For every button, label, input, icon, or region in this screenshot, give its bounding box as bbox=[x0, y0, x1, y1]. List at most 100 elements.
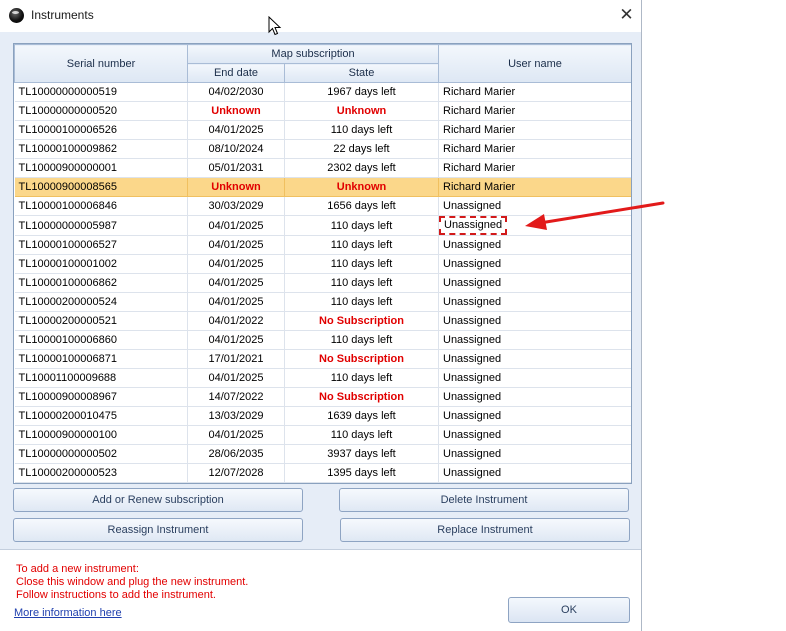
state-cell: 110 days left bbox=[284, 215, 439, 236]
table-row[interactable]: TL10000900008565 Unknown Unknown Richard Ma… bbox=[14, 177, 631, 197]
close-button[interactable]: ✕ bbox=[612, 0, 641, 30]
highlighted-user-name: Unassigned bbox=[439, 216, 508, 235]
user-name-cell: Unassigned bbox=[438, 292, 631, 312]
table-row[interactable]: TL10000200000521 04/01/2022 No Subscriptio… bbox=[14, 311, 631, 331]
column-header-serial[interactable]: Serial number bbox=[14, 44, 188, 83]
user-name-cell: Unassigned bbox=[438, 406, 631, 426]
end-date-cell: 28/06/2035 bbox=[187, 444, 285, 464]
table-row[interactable]: TL10000000000502 28/06/2035 3937 days left… bbox=[14, 444, 631, 464]
state-cell: 110 days left bbox=[284, 235, 439, 255]
table-row[interactable]: TL10000100006527 04/01/2025 110 days left U… bbox=[14, 235, 631, 255]
instruments-table: Serial number Map subscription User name… bbox=[14, 44, 631, 483]
state-cell: 110 days left bbox=[284, 292, 439, 312]
column-header-user[interactable]: User name bbox=[438, 44, 631, 83]
user-name-cell: Richard Marier bbox=[438, 82, 631, 102]
end-date-cell: 04/01/2025 bbox=[187, 120, 285, 140]
user-name-cell: Richard Marier bbox=[438, 101, 631, 121]
end-date-cell: Unknown bbox=[187, 101, 285, 121]
end-date-cell: 04/01/2025 bbox=[187, 425, 285, 445]
state-cell: No Subscription bbox=[284, 349, 439, 369]
state-cell: 2302 days left bbox=[284, 158, 439, 178]
reassign-instrument-button[interactable]: Reassign Instrument bbox=[13, 518, 303, 542]
end-date-cell: 04/01/2025 bbox=[187, 254, 285, 274]
table-row[interactable]: TL10000100006526 04/01/2025 110 days left R… bbox=[14, 120, 631, 140]
user-name-cell: Richard Marier bbox=[438, 139, 631, 159]
state-cell: 22 days left bbox=[284, 139, 439, 159]
state-cell: 1395 days left bbox=[284, 463, 439, 483]
serial-number-cell: TL10000200000521 bbox=[14, 311, 188, 331]
user-name-cell: Richard Marier bbox=[438, 158, 631, 178]
table-row[interactable]: TL10000100001002 04/01/2025 110 days left U… bbox=[14, 254, 631, 274]
column-header-end-date[interactable]: End date bbox=[187, 63, 285, 83]
end-date-cell: 04/01/2025 bbox=[187, 235, 285, 255]
state-cell: 110 days left bbox=[284, 120, 439, 140]
end-date-cell: 08/10/2024 bbox=[187, 139, 285, 159]
state-cell: Unknown bbox=[284, 101, 439, 121]
end-date-cell: 04/02/2030 bbox=[187, 82, 285, 102]
user-name-cell: Unassigned bbox=[438, 311, 631, 331]
end-date-cell: 04/01/2022 bbox=[187, 311, 285, 331]
end-date-cell: 13/03/2029 bbox=[187, 406, 285, 426]
state-cell: 1639 days left bbox=[284, 406, 439, 426]
table-row[interactable]: TL10000100006860 04/01/2025 110 days left U… bbox=[14, 330, 631, 350]
state-cell: No Subscription bbox=[284, 387, 439, 407]
table-row[interactable]: TL10000900000001 05/01/2031 2302 days left… bbox=[14, 158, 631, 178]
table-row[interactable]: TL10000000000520 Unknown Unknown Richard Ma… bbox=[14, 101, 631, 121]
end-date-cell: 14/07/2022 bbox=[187, 387, 285, 407]
state-cell: 1656 days left bbox=[284, 196, 439, 216]
table-row[interactable]: TL10000100006871 17/01/2021 No Subscriptio… bbox=[14, 349, 631, 369]
serial-number-cell: TL10000200010475 bbox=[14, 406, 188, 426]
serial-number-cell: TL10000100006860 bbox=[14, 330, 188, 350]
red-arrow-annotation bbox=[525, 201, 665, 230]
state-cell: 110 days left bbox=[284, 273, 439, 293]
end-date-cell: 05/01/2031 bbox=[187, 158, 285, 178]
info-panel: To add a new instrument: Close this wind… bbox=[0, 549, 641, 631]
table-row[interactable]: TL10000900008967 14/07/2022 No Subscriptio… bbox=[14, 387, 631, 407]
instruments-table-body: TL10000000000519 04/02/2030 1967 days left… bbox=[14, 82, 631, 483]
user-name-cell: Richard Marier bbox=[438, 177, 631, 197]
mouse-pointer-icon bbox=[268, 16, 282, 36]
table-row[interactable]: TL10000100009862 08/10/2024 22 days left Ri… bbox=[14, 139, 631, 159]
state-cell: 3937 days left bbox=[284, 444, 439, 464]
column-header-state[interactable]: State bbox=[284, 63, 439, 83]
add-renew-subscription-button[interactable]: Add or Renew subscription bbox=[13, 488, 303, 512]
ok-button[interactable]: OK bbox=[508, 597, 630, 623]
serial-number-cell: TL10000900008967 bbox=[14, 387, 188, 407]
state-cell: 110 days left bbox=[284, 330, 439, 350]
delete-instrument-button[interactable]: Delete Instrument bbox=[339, 488, 629, 512]
instruments-dialog: Instruments ✕ Serial number Map subscrip… bbox=[0, 0, 642, 631]
table-row[interactable]: TL10001100009688 04/01/2025 110 days left U… bbox=[14, 368, 631, 388]
add-instrument-instructions: To add a new instrument: Close this wind… bbox=[16, 563, 248, 602]
end-date-cell: 04/01/2025 bbox=[187, 292, 285, 312]
user-name-cell: Richard Marier bbox=[438, 120, 631, 140]
table-row[interactable]: TL10000200000524 04/01/2025 110 days left U… bbox=[14, 292, 631, 312]
instruction-line: To add a new instrument: bbox=[16, 563, 139, 575]
table-row[interactable]: TL10000900000100 04/01/2025 110 days left U… bbox=[14, 425, 631, 445]
end-date-cell: 04/01/2025 bbox=[187, 368, 285, 388]
app-icon bbox=[9, 8, 24, 23]
table-row[interactable]: TL10000100006862 04/01/2025 110 days left U… bbox=[14, 273, 631, 293]
serial-number-cell: TL10000100009862 bbox=[14, 139, 188, 159]
window-title: Instruments bbox=[31, 8, 94, 22]
end-date-cell: 04/01/2025 bbox=[187, 215, 285, 236]
state-cell: 110 days left bbox=[284, 254, 439, 274]
state-cell: 1967 days left bbox=[284, 82, 439, 102]
state-cell: 110 days left bbox=[284, 425, 439, 445]
user-name-cell: Unassigned bbox=[438, 368, 631, 388]
title-bar: Instruments ✕ bbox=[0, 0, 641, 32]
end-date-cell: 12/07/2028 bbox=[187, 463, 285, 483]
table-row[interactable]: TL10000200000523 12/07/2028 1395 days left… bbox=[14, 463, 631, 483]
serial-number-cell: TL10000900000100 bbox=[14, 425, 188, 445]
user-name-cell: Unassigned bbox=[438, 254, 631, 274]
state-cell: 110 days left bbox=[284, 368, 439, 388]
serial-number-cell: TL10000000000519 bbox=[14, 82, 188, 102]
table-row[interactable]: TL10000200010475 13/03/2029 1639 days left… bbox=[14, 406, 631, 426]
more-information-link[interactable]: More information here bbox=[14, 607, 122, 619]
end-date-cell: 30/03/2029 bbox=[187, 196, 285, 216]
replace-instrument-button[interactable]: Replace Instrument bbox=[340, 518, 630, 542]
serial-number-cell: TL10000900008565 bbox=[14, 177, 188, 197]
serial-number-cell: TL10000000005987 bbox=[14, 215, 188, 236]
serial-number-cell: TL10000000000520 bbox=[14, 101, 188, 121]
instruments-grid: Serial number Map subscription User name… bbox=[13, 43, 632, 484]
table-row[interactable]: TL10000000000519 04/02/2030 1967 days left… bbox=[14, 82, 631, 102]
